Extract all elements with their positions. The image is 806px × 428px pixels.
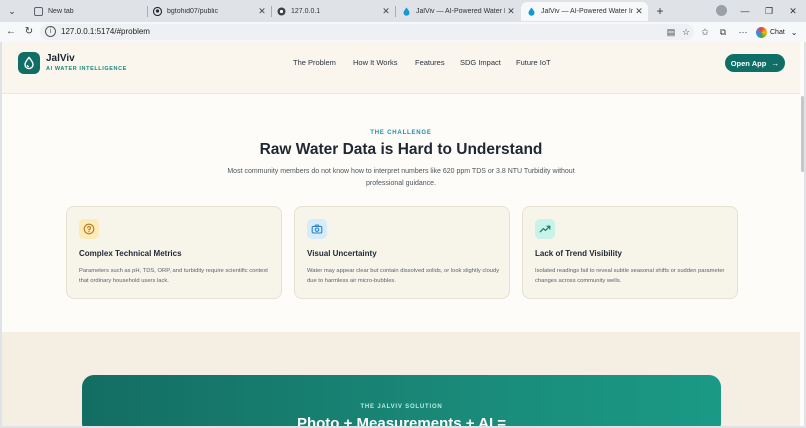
nav-link-sdg-impact[interactable]: SDG Impact — [460, 58, 501, 67]
solution-eyebrow: THE JALVIV SOLUTION — [360, 404, 443, 410]
water-drop-icon — [402, 7, 411, 16]
site-header: JalViv AI WATER INTELLIGENCE The Problem… — [2, 42, 800, 94]
section-subtitle: Most community members do not know how t… — [227, 168, 575, 187]
page-scrollbar[interactable] — [800, 42, 804, 426]
browser-tab-title: JalViv — AI-Powered Water Intellig — [541, 8, 633, 15]
logo-tagline: AI WATER INTELLIGENCE — [46, 66, 127, 72]
bookmark-star-icon[interactable]: ☆ — [680, 26, 692, 38]
site-info-icon[interactable]: i — [45, 26, 56, 37]
card-title: Lack of Trend Visibility — [535, 249, 622, 258]
close-icon[interactable]: ✕ — [633, 6, 645, 17]
new-tab-icon — [34, 7, 43, 16]
arrow-right-icon: → — [771, 58, 780, 68]
profile-avatar-icon[interactable] — [716, 5, 727, 16]
logo-icon[interactable] — [18, 52, 40, 74]
logo-name[interactable]: JalViv — [46, 53, 75, 64]
section-eyebrow: THE CHALLENGE — [370, 130, 432, 136]
page-viewport: JalViv AI WATER INTELLIGENCE The Problem… — [2, 42, 804, 426]
browser-tab-title: JalViv — AI-Powered Water Intelli — [416, 8, 505, 15]
localhost-icon — [277, 7, 286, 16]
close-icon[interactable]: ✕ — [256, 6, 268, 17]
favorites-icon[interactable]: ✩ — [698, 25, 712, 39]
browser-tab[interactable]: JalViv — AI-Powered Water Intelli ✕ — [396, 2, 520, 21]
problem-card: Lack of Trend Visibility Isolated readin… — [522, 206, 738, 299]
close-icon[interactable]: ✕ — [505, 6, 517, 17]
open-app-button[interactable]: Open App → — [725, 54, 785, 72]
address-bar[interactable]: i 127.0.0.1:5174/#problem ▤ ☆ — [40, 24, 694, 40]
nav-link-how-it-works[interactable]: How It Works — [353, 58, 397, 67]
browser-tab[interactable]: bgtohid07/public ✕ — [147, 2, 271, 21]
card-body: Water may appear clear but contain disso… — [307, 268, 500, 284]
card-body: Parameters such as pH, TDS, ORP, and tur… — [79, 268, 268, 284]
solution-title: Photo + Measurements + AI = — [296, 415, 507, 426]
browser-tab-title: New tab — [48, 8, 74, 15]
browser-tab[interactable]: 127.0.0.1 ✕ — [271, 2, 395, 21]
restore-icon[interactable]: ❐ — [758, 2, 780, 20]
browser-tab-title: 127.0.0.1 — [291, 8, 321, 15]
card-body: Isolated readings fail to reveal subtle … — [535, 268, 725, 284]
trending-up-icon — [535, 219, 555, 239]
reload-icon[interactable]: ↻ — [21, 24, 37, 40]
scrollbar-thumb[interactable] — [801, 96, 804, 172]
minimize-icon[interactable]: — — [734, 2, 756, 20]
window-close-icon[interactable]: ✕ — [782, 2, 804, 20]
card-title: Complex Technical Metrics — [79, 249, 182, 258]
water-drop-icon — [527, 7, 536, 16]
problem-card: Visual Uncertainty Water may appear clea… — [294, 206, 510, 299]
browser-tab-active[interactable]: JalViv — AI-Powered Water Intellig ✕ — [521, 2, 648, 21]
browser-tab-strip: ⌄ New tab bgtohid07/public ✕ 127.0.0.1 ✕… — [0, 0, 806, 22]
nav-link-the-problem[interactable]: The Problem — [293, 58, 336, 67]
chat-button[interactable]: Chat ⌄ — [756, 24, 798, 40]
copilot-icon — [756, 26, 767, 38]
camera-icon — [307, 219, 327, 239]
reading-mode-icon[interactable]: ▤ — [665, 26, 677, 38]
more-menu-icon[interactable]: ⋯ — [736, 25, 750, 39]
solution-panel: THE JALVIV SOLUTION Photo + Measurements… — [82, 375, 721, 426]
card-title: Visual Uncertainty — [307, 249, 377, 258]
problem-card: Complex Technical Metrics Parameters suc… — [66, 206, 282, 299]
chevron-down-icon[interactable]: ⌄ — [791, 28, 798, 37]
new-tab-plus-icon[interactable]: + — [652, 3, 668, 19]
section-title: Raw Water Data is Hard to Understand — [259, 141, 543, 158]
extensions-icon[interactable]: ⧉ — [716, 25, 730, 39]
question-circle-icon — [79, 219, 99, 239]
address-bar-url: 127.0.0.1:5174/#problem — [61, 27, 150, 36]
back-arrow-icon[interactable]: ← — [3, 24, 19, 40]
nav-link-future-iot[interactable]: Future IoT — [516, 58, 551, 67]
browser-tab-title: bgtohid07/public — [167, 8, 218, 15]
browser-toolbar: ← ↻ i 127.0.0.1:5174/#problem ▤ ☆ ✩ ⧉ ⋯ … — [0, 22, 806, 42]
chat-label: Chat — [770, 28, 785, 36]
browser-tab[interactable]: New tab — [28, 2, 148, 21]
tab-search-chevron-icon[interactable]: ⌄ — [4, 3, 20, 19]
open-app-label: Open App — [730, 58, 767, 68]
github-icon — [152, 6, 163, 17]
nav-link-features[interactable]: Features — [415, 58, 445, 67]
close-icon[interactable]: ✕ — [380, 6, 392, 17]
